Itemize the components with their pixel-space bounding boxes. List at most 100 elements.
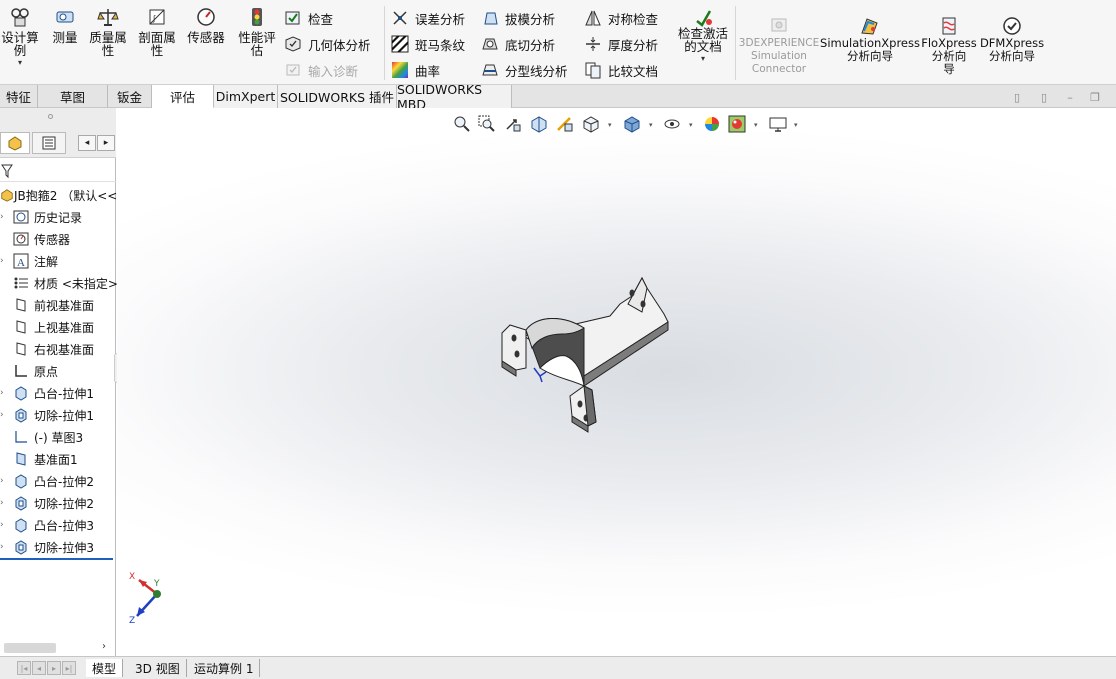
section-view-icon[interactable]	[529, 114, 549, 134]
expand-icon[interactable]: ›	[0, 388, 12, 398]
draft-analysis-button[interactable]: 拔模分析	[480, 7, 555, 29]
tree-item-boss-extrude2[interactable]: › 凸台-拉伸2	[0, 470, 94, 492]
curvature-button[interactable]: 曲率	[390, 59, 440, 81]
apply-scene-icon[interactable]	[727, 114, 747, 134]
property-manager-tab[interactable]	[32, 132, 66, 154]
tree-item-front-plane[interactable]: 前视基准面	[0, 294, 94, 316]
tab-motion-study-1[interactable]: 运动算例 1	[188, 659, 261, 677]
chevron-down-icon[interactable]: ▾	[701, 55, 705, 63]
display-style-icon[interactable]	[622, 114, 642, 134]
tab-features[interactable]: 特征	[0, 85, 38, 108]
zebra-stripes-button[interactable]: 斑马条纹	[390, 33, 465, 55]
zoom-to-fit-icon[interactable]	[452, 114, 472, 134]
thickness-analysis-button[interactable]: 厚度分析	[583, 33, 658, 55]
previous-tab-icon[interactable]: ◂	[32, 661, 46, 675]
design-study-button[interactable]: 设计算 例 ▾	[0, 4, 40, 67]
undercut-icon	[480, 34, 500, 54]
expand-icon[interactable]: ›	[0, 542, 12, 552]
next-tab-icon[interactable]: ▸	[47, 661, 61, 675]
rollback-bar[interactable]	[0, 558, 113, 560]
tree-filter-bar[interactable]	[0, 160, 116, 182]
parting-line-analysis-button[interactable]: 分型线分析	[480, 59, 568, 81]
3dexperience-simulation-connector-button[interactable]: 3DEXPERIENCE Simulation Connector	[738, 16, 820, 76]
tile-right-icon[interactable]: ▯	[1038, 92, 1050, 104]
expand-icon[interactable]: ›	[0, 498, 12, 508]
first-tab-icon[interactable]: |◂	[17, 661, 31, 675]
tree-item-history[interactable]: › 历史记录	[0, 206, 82, 228]
horizontal-scrollbar-thumb[interactable]	[4, 643, 56, 653]
dfmxpress-button[interactable]: DFMXpress 分析向导	[980, 16, 1044, 63]
chevron-down-icon[interactable]: ▾	[689, 121, 693, 129]
tab-model[interactable]: 模型	[86, 659, 124, 677]
floxpress-button[interactable]: FloXpress 分析向 导	[920, 16, 978, 76]
chevron-down-icon[interactable]: ▾	[18, 59, 22, 67]
tree-item-annotations[interactable]: › A 注解	[0, 250, 58, 272]
hide-show-items-icon[interactable]	[662, 114, 682, 134]
tab-solidworks-addins[interactable]: SOLIDWORKS 插件	[278, 85, 397, 108]
performance-evaluation-button[interactable]: 性能评 估	[236, 4, 278, 57]
dynamic-annotation-icon[interactable]	[555, 114, 575, 134]
tree-item-right-plane[interactable]: 右视基准面	[0, 338, 94, 360]
tab-sheet-metal[interactable]: 钣金	[108, 85, 152, 108]
deviation-analysis-button[interactable]: 误差分析	[390, 7, 465, 29]
floxpress-icon	[936, 16, 962, 36]
scroll-left-icon[interactable]: ◂	[78, 135, 96, 151]
edit-appearance-icon[interactable]	[702, 114, 722, 134]
feature-manager-panel: ◂ ▸ JB抱箍2 （默认<<默认>_显示状态 1>） › 历史记录 传感器 ›…	[0, 108, 239, 656]
sensor-button[interactable]: 传感器	[184, 4, 228, 44]
undercut-analysis-button[interactable]: 底切分析	[480, 33, 555, 55]
last-tab-icon[interactable]: ▸|	[62, 661, 76, 675]
import-diagnostics-button[interactable]: 输入诊断	[283, 59, 358, 81]
chevron-down-icon[interactable]: ▾	[649, 121, 653, 129]
tree-item-sketch3[interactable]: (-) 草图3	[0, 426, 83, 448]
tree-item-sensors[interactable]: 传感器	[0, 228, 70, 250]
expand-icon[interactable]: ›	[0, 520, 12, 530]
compare-documents-button[interactable]: 比较文档	[583, 59, 658, 81]
parting-line-icon	[480, 60, 500, 80]
chevron-down-icon[interactable]: ▾	[608, 121, 612, 129]
previous-view-icon[interactable]	[503, 114, 523, 134]
chevron-down-icon[interactable]: ▾	[794, 121, 798, 129]
panel-handle-icon[interactable]	[48, 114, 53, 119]
tree-item-material[interactable]: 材质 <未指定>	[0, 272, 118, 294]
measure-button[interactable]: 测量	[48, 4, 82, 44]
geometry-analysis-button[interactable]: 几何体分析	[283, 33, 371, 55]
expand-icon[interactable]: ›	[0, 256, 12, 266]
tree-item-boss-extrude1[interactable]: › 凸台-拉伸1	[0, 382, 94, 404]
check-active-document-button[interactable]: 检查激活 的文档 ▾	[672, 8, 734, 63]
symmetry-check-button[interactable]: 对称检查	[583, 7, 658, 29]
tab-3d-views[interactable]: 3D 视图	[129, 659, 187, 677]
view-orientation-icon[interactable]	[581, 114, 601, 134]
mass-properties-button[interactable]: 质量属 性	[86, 4, 130, 57]
graphics-area[interactable]: ▾ ▾ ▾ ▾ ▾ X Y Z	[117, 108, 1116, 656]
tab-evaluate[interactable]: 评估	[152, 85, 214, 108]
tree-item-cut-extrude3[interactable]: › 切除-拉伸3	[0, 536, 94, 558]
tree-item-origin[interactable]: 原点	[0, 360, 58, 382]
feature-manager-tab[interactable]	[0, 132, 30, 154]
tree-item-boss-extrude3[interactable]: › 凸台-拉伸3	[0, 514, 94, 536]
section-properties-button[interactable]: ∫ 剖面属 性	[135, 4, 179, 57]
tree-item-top-plane[interactable]: 上视基准面	[0, 316, 94, 338]
scroll-right-arrow-icon[interactable]: ›	[102, 641, 106, 652]
check-button[interactable]: 检查	[283, 7, 333, 29]
minimize-icon[interactable]: –	[1064, 92, 1076, 104]
tree-item-cut-extrude1[interactable]: › 切除-拉伸1	[0, 404, 94, 426]
tree-item-plane1[interactable]: 基准面1	[0, 448, 78, 470]
scroll-right-icon[interactable]: ▸	[97, 135, 115, 151]
tree-item-cut-extrude2[interactable]: › 切除-拉伸2	[0, 492, 94, 514]
3dexperience-icon	[766, 16, 792, 36]
view-settings-icon[interactable]	[768, 114, 788, 134]
zoom-to-area-icon[interactable]	[477, 114, 497, 134]
tile-left-icon[interactable]: ▯	[1011, 92, 1023, 104]
simulationxpress-button[interactable]: SimulationXpress 分析向导	[820, 16, 920, 63]
tab-solidworks-mbd[interactable]: SOLIDWORKS MBD	[397, 82, 512, 112]
tab-dimxpert[interactable]: DimXpert	[214, 85, 278, 108]
part-model[interactable]	[492, 268, 682, 443]
expand-icon[interactable]: ›	[0, 476, 12, 486]
restore-icon[interactable]: ❐	[1089, 92, 1101, 104]
chevron-down-icon[interactable]: ▾	[754, 121, 758, 129]
expand-icon[interactable]: ›	[0, 410, 12, 420]
expand-icon[interactable]: ›	[0, 212, 12, 222]
mass-props-label-2: 性	[101, 43, 115, 58]
tab-sketch[interactable]: 草图	[38, 85, 108, 108]
